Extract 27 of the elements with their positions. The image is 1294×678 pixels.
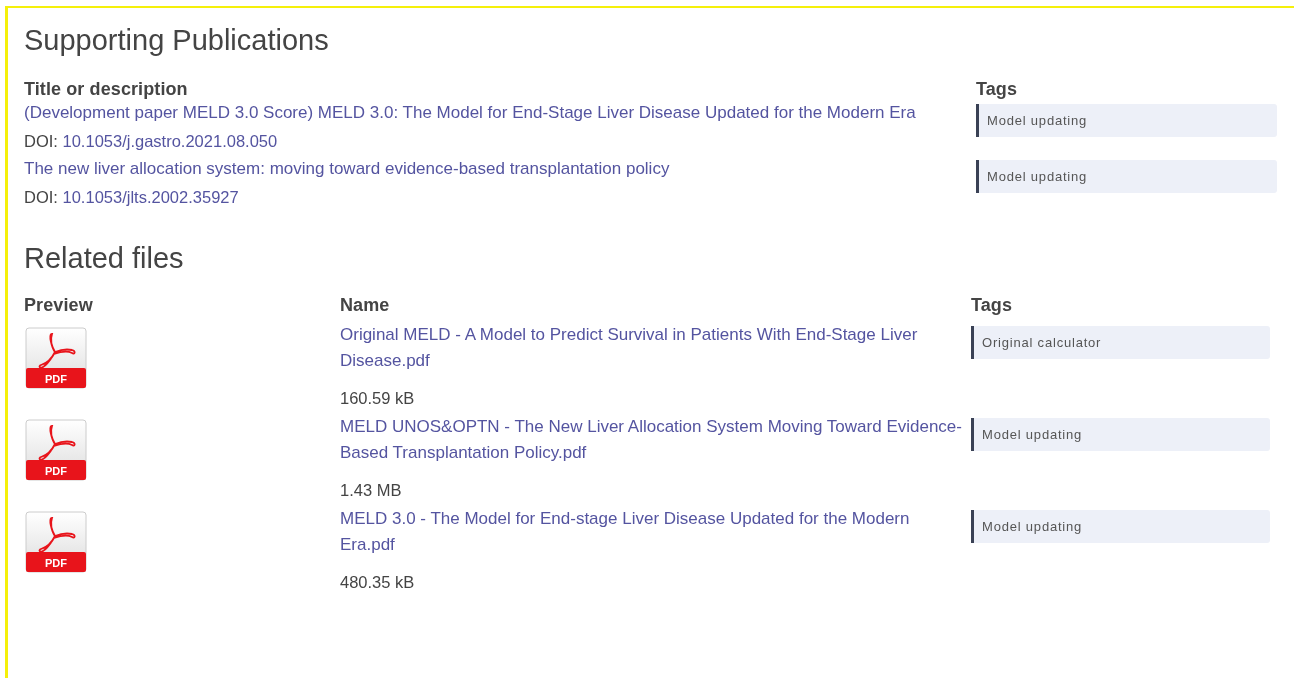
file-size: 1.43 MB [340, 480, 402, 500]
column-header: Name [340, 294, 391, 316]
publication-link[interactable]: (Development paper MELD 3.0 Score) MELD 3.0: The Model for End-Stage Liver Disease Updated for the Modern Era [24, 100, 916, 126]
column-header: Tags [971, 294, 1014, 316]
pdf-icon: PDF [24, 510, 88, 576]
publication-link[interactable]: The new liver allocation system: moving toward evidence-based transplantation policy [24, 156, 670, 182]
doi-link[interactable]: 10.1053/jlts.2002.35927 [62, 188, 239, 206]
doi-link[interactable]: 10.1053/j.gastro.2021.08.050 [62, 132, 278, 150]
doi-text: DOI: 10.1053/j.gastro.2021.08.050 [24, 131, 278, 152]
tag: Model updating [971, 418, 1270, 451]
tag: Model updating [976, 160, 1277, 193]
section-heading: Related files [24, 241, 185, 276]
doi-text: DOI: 10.1053/jlts.2002.35927 [24, 187, 239, 208]
column-header: Tags [976, 78, 1019, 100]
file-link[interactable]: Original MELD - A Model to Predict Survival in Patients With End-Stage Liver Disease.pdf [340, 322, 963, 374]
tag: Original calculator [971, 326, 1270, 359]
pdf-icon: PDF [24, 326, 88, 392]
column-header: Title or description [24, 78, 189, 100]
file-size: 160.59 kB [340, 388, 415, 408]
tag: Model updating [976, 104, 1277, 137]
pdf-icon: PDF [24, 418, 88, 484]
section-heading: Supporting Publications [24, 23, 330, 58]
tag: Model updating [971, 510, 1270, 543]
file-size: 480.35 kB [340, 572, 415, 592]
file-link[interactable]: MELD UNOS&OPTN - The New Liver Allocation System Moving Toward Evidence-Based Transplantation Policy.pdf [340, 414, 963, 466]
file-link[interactable]: MELD 3.0 - The Model for End-stage Liver Disease Updated for the Modern Era.pdf [340, 506, 963, 558]
column-header: Preview [24, 294, 94, 316]
